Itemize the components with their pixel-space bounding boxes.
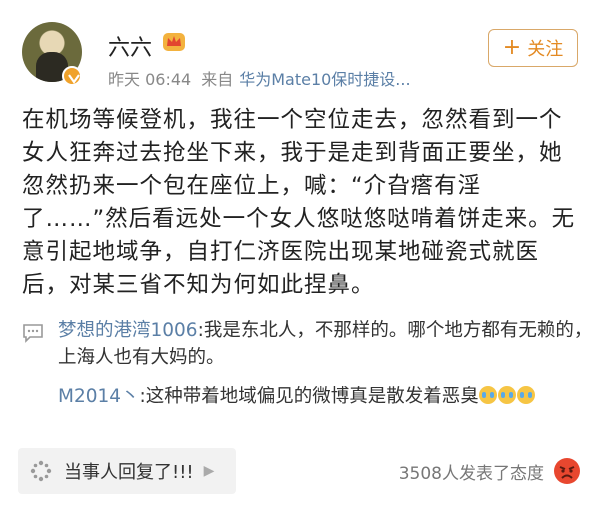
comment-item[interactable]: 梦想的港湾1006:我是东北人，不那样的。哪个地方都有无赖的，上海人也有大妈的。 — [58, 317, 598, 371]
sparkle-icon — [30, 460, 52, 482]
post-time: 昨天 06:44 — [108, 70, 192, 89]
owner-reply-button[interactable]: 当事人回复了!!! ▶ — [18, 448, 236, 494]
post-meta: 昨天 06:44 来自 华为Mate10保时捷设... — [108, 66, 411, 90]
source-prefix: 来自 — [201, 70, 234, 89]
follow-label: 关注 — [527, 39, 564, 60]
verified-badge-icon — [62, 66, 82, 86]
owner-reply-label: 当事人回复了!!! — [64, 462, 194, 483]
crown-member-icon — [163, 33, 185, 51]
post-footer: 当事人回复了!!! ▶ 3508人发表了态度 — [0, 448, 600, 500]
comment-icon — [23, 324, 43, 343]
follow-button[interactable]: + 关注 — [488, 29, 578, 67]
post-header: 六六 昨天 06:44 来自 华为Mate10保时捷设... + 关注 — [0, 0, 600, 96]
comment-user[interactable]: M2014丶 — [58, 386, 140, 407]
reaction-count: 3508人发表了态度 — [398, 463, 544, 484]
comment-user[interactable]: 梦想的港湾1006 — [58, 320, 198, 341]
tear-laugh-emoji-icon — [497, 386, 516, 404]
comment-text: :这种带着地域偏见的微博真是散发着恶臭 — [139, 386, 479, 407]
post-text: 在机场等候登机，我往一个空位走去，忽然看到一个女人狂奔过去抢坐下来，我于是走到背… — [22, 107, 576, 298]
post-source[interactable]: 华为Mate10保时捷设... — [239, 70, 410, 89]
reaction-summary[interactable]: 3508人发表了态度 — [399, 456, 582, 486]
comment-item[interactable]: M2014丶:这种带着地域偏见的微博真是散发着恶臭 — [58, 383, 598, 410]
plus-icon: + — [502, 35, 522, 60]
author-name[interactable]: 六六 — [108, 30, 152, 62]
angry-emoji-icon — [554, 458, 580, 484]
chevron-right-icon: ▶ — [203, 463, 215, 479]
tear-laugh-emoji-icon — [478, 386, 497, 404]
tear-laugh-emoji-icon — [516, 386, 535, 404]
